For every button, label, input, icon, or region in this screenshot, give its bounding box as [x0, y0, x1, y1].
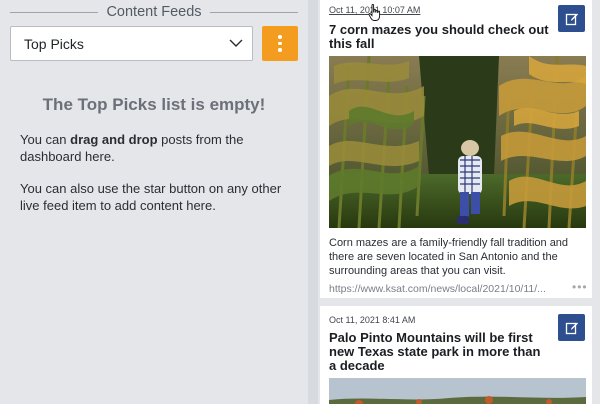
feed-card[interactable]: Oct 11, 2021 8:41 AM Palo Pinto Mountain… [320, 306, 594, 404]
feed-select-value: Top Picks [24, 35, 84, 52]
star-button-hint: You can also use the star button on any … [20, 181, 282, 213]
more-options-button[interactable] [262, 26, 298, 61]
post-headline[interactable]: 7 corn mazes you should check out this f… [329, 23, 549, 51]
hand-cursor-icon [368, 4, 381, 21]
edit-icon [565, 322, 578, 334]
feed-select[interactable]: Top Picks [10, 26, 253, 61]
divider-line [10, 11, 99, 13]
instruction-bold: drag and drop [70, 132, 158, 147]
divider-line [209, 11, 298, 13]
post-link[interactable]: https://www.ksat.com/news/local/2021/10/… [329, 283, 546, 295]
section-title: Content Feeds [106, 4, 202, 20]
empty-list-instructions: You can drag and drop posts from the das… [20, 131, 290, 165]
post-headline[interactable]: Palo Pinto Mountains will be first new T… [329, 331, 549, 373]
post-date[interactable]: Oct 11, 2021 8:41 AM [329, 315, 415, 325]
ellipsis-dot [278, 41, 282, 46]
edit-button[interactable] [558, 314, 585, 341]
chevron-down-icon [229, 39, 243, 47]
content-feeds-panel: Content Feeds Top Picks The Top Picks li… [0, 0, 308, 404]
edit-button[interactable] [558, 5, 585, 32]
live-feed: Oct 11, 2021 10:07 AM 7 corn mazes you s… [318, 0, 596, 404]
feed-scrollbar[interactable] [592, 0, 596, 404]
instruction-text: You can [20, 132, 71, 147]
ellipsis-dot [278, 48, 282, 52]
edit-icon [565, 13, 578, 25]
post-description: Corn mazes are a family-friendly fall tr… [329, 237, 569, 277]
corn-maze-photo [329, 56, 586, 228]
post-more-icon[interactable]: ••• [572, 280, 588, 294]
empty-list-title: The Top Picks list is empty! [42, 95, 266, 114]
vertical-ellipsis-icon [278, 35, 282, 39]
park-photo [329, 378, 586, 404]
panel-divider[interactable] [308, 0, 318, 404]
content-feeds-header: Content Feeds [10, 4, 298, 20]
feed-card[interactable]: Oct 11, 2021 10:07 AM 7 corn mazes you s… [320, 0, 594, 298]
